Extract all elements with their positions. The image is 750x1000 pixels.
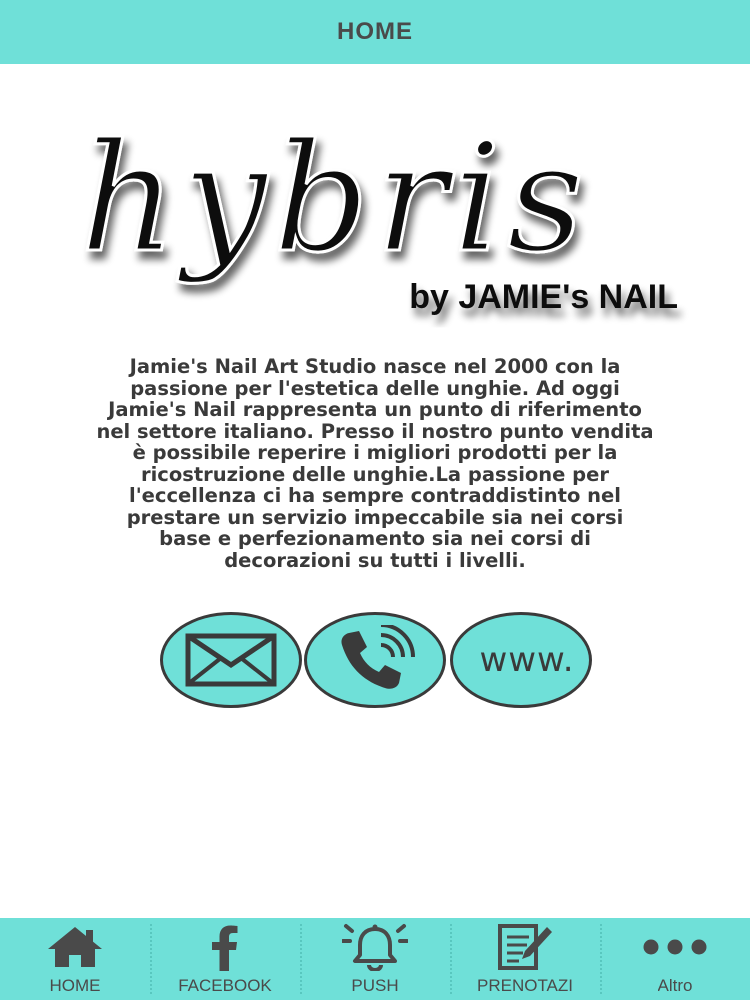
intro-line: è possibile reperire i migliori prodotti…	[132, 441, 618, 464]
bottom-navigation: HOME FACEBOOK PUSH PRENOTAZI Altro	[0, 918, 750, 1000]
email-button[interactable]	[160, 612, 302, 708]
logo-wordmark: hybris	[80, 112, 590, 286]
booking-icon	[498, 924, 552, 970]
intro-line: l'eccellenza ci ha sempre contraddistint…	[129, 484, 621, 507]
nav-item-push[interactable]: PUSH	[300, 918, 450, 1000]
intro-line: Jamie's Nail rappresenta un punto di rif…	[108, 398, 642, 421]
contact-buttons: www.	[160, 612, 592, 708]
nav-item-altro[interactable]: Altro	[600, 918, 750, 1000]
nav-label: HOME	[49, 976, 101, 995]
website-button[interactable]: www.	[450, 612, 592, 708]
brand-logo: hybris by JAMIE's NAIL	[70, 110, 690, 340]
logo-tagline: by JAMIE's NAIL	[409, 278, 678, 316]
intro-line: decorazioni su tutti i livelli.	[224, 548, 526, 572]
envelope-icon	[185, 633, 277, 687]
call-button[interactable]	[304, 612, 446, 708]
nav-item-prenotazioni[interactable]: PRENOTAZI	[450, 918, 600, 1000]
intro-text: Jamie's Nail Art Studio nasce nel 2000 c…	[20, 356, 730, 571]
intro-line: base e perfezionamento sia nei corsi di	[159, 527, 591, 550]
more-icon	[643, 939, 707, 955]
intro-line: ricostruzione delle unghie.La passione p…	[141, 462, 609, 486]
www-label: www.	[479, 640, 575, 680]
intro-line: prestare un servizio impeccabile sia nei…	[126, 505, 624, 529]
phone-icon	[341, 625, 415, 689]
intro-line: passione per l'estetica delle unghie. Ad…	[130, 376, 620, 400]
facebook-icon	[212, 925, 238, 971]
nav-item-facebook[interactable]: FACEBOOK	[150, 918, 300, 1000]
intro-line: nel settore italiano. Presso il nostro p…	[96, 419, 654, 443]
bell-icon	[342, 924, 408, 971]
page-title: HOME	[337, 18, 413, 45]
top-bar: HOME	[0, 0, 750, 64]
nav-label: Altro	[657, 976, 693, 995]
nav-label: FACEBOOK	[178, 976, 272, 995]
intro-line: Jamie's Nail Art Studio nasce nel 2000 c…	[129, 355, 621, 378]
nav-label: PRENOTAZI	[476, 976, 574, 995]
nav-item-home[interactable]: HOME	[0, 918, 150, 1000]
home-icon	[48, 927, 102, 967]
nav-label: PUSH	[351, 976, 399, 995]
